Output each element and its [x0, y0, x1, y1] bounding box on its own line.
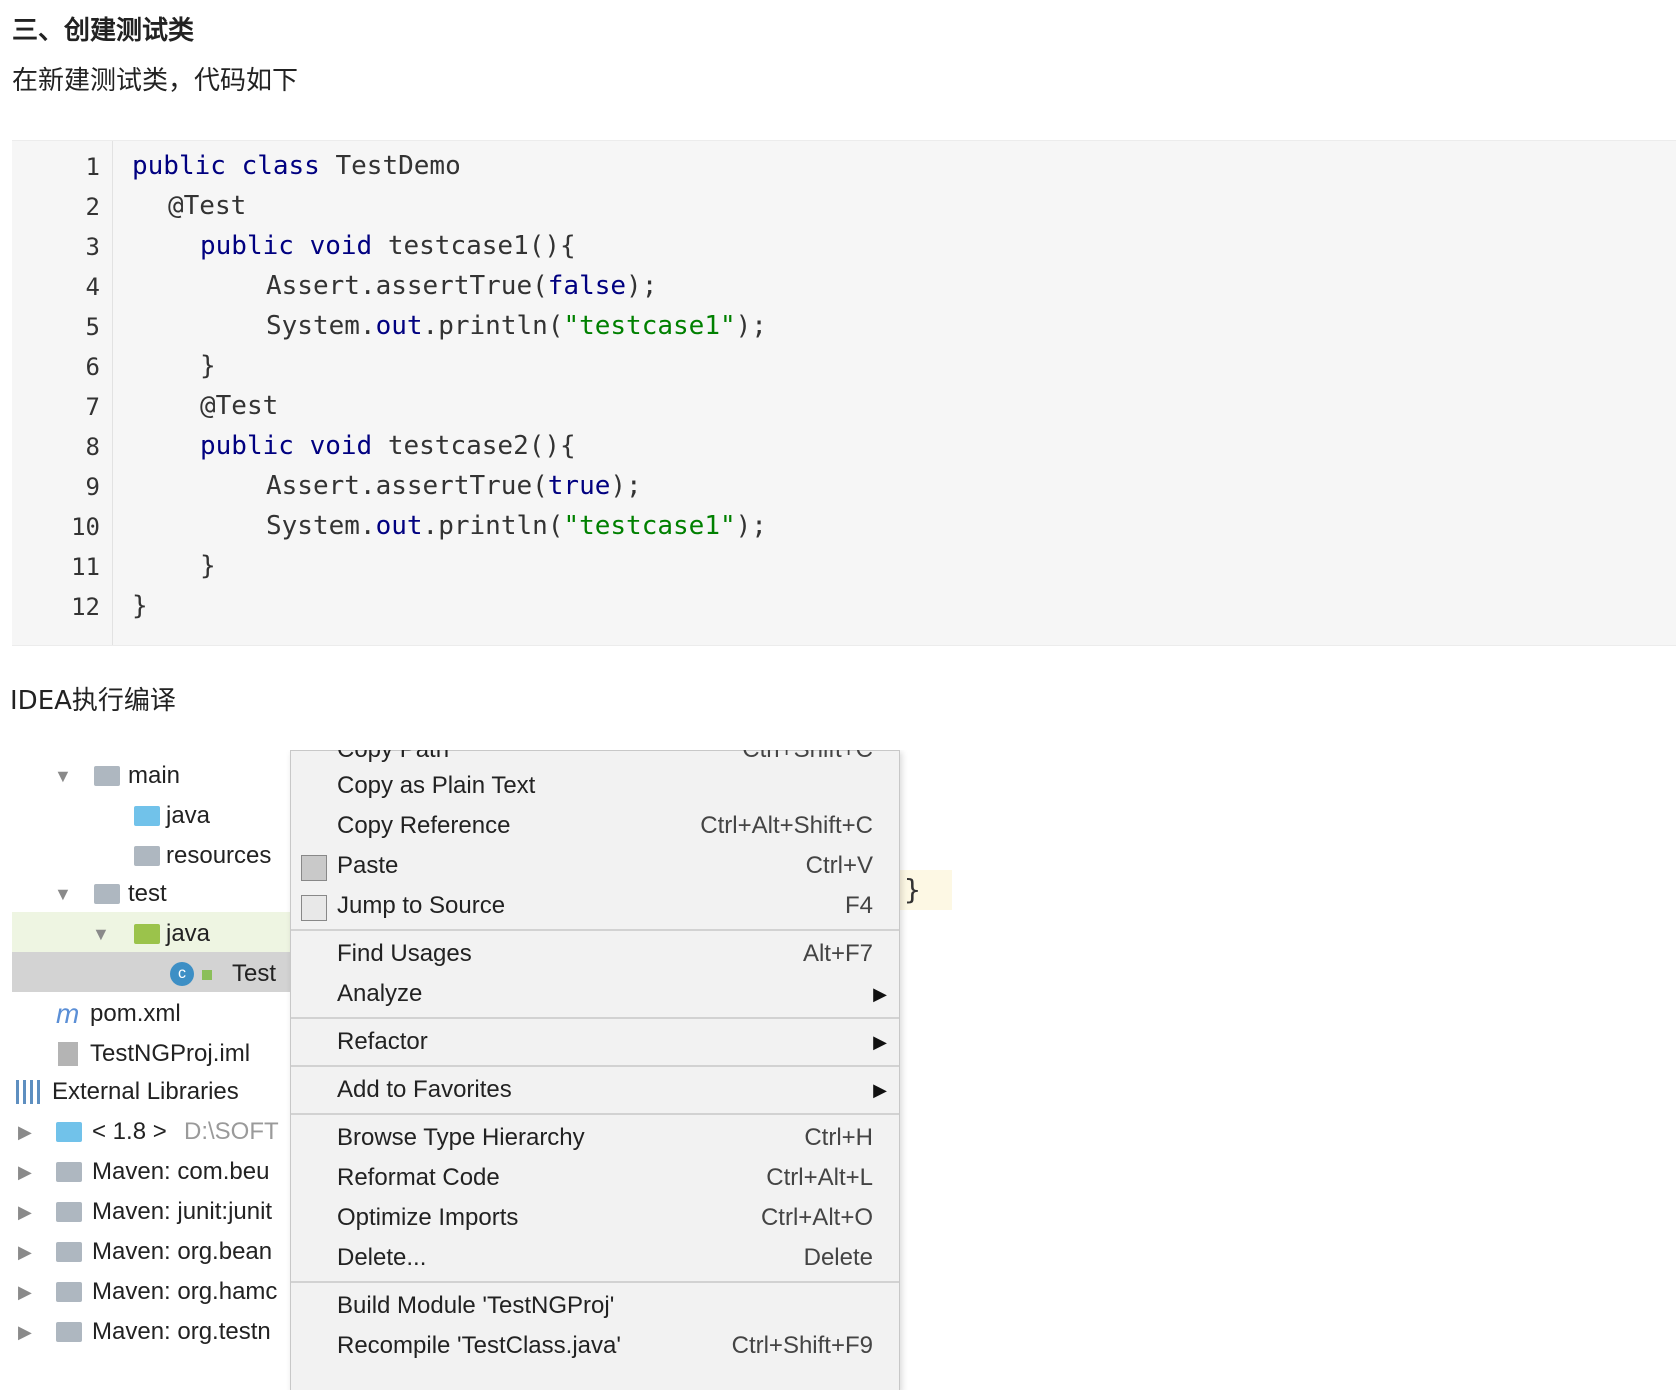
ide-screenshot: ▼ main java resources ▼ test ▼ java c Te… — [12, 750, 952, 1390]
menu-separator — [291, 1113, 899, 1115]
line-number: 8 — [85, 433, 100, 461]
libraries-icon — [16, 1080, 44, 1104]
jdk-icon — [56, 1122, 82, 1142]
chevron-right-icon[interactable]: ▶ — [18, 1112, 32, 1152]
paste-icon — [301, 855, 327, 881]
library-icon — [56, 1242, 82, 1262]
submenu-arrow-icon: ▶ — [873, 984, 887, 1004]
jump-to-source-icon — [301, 895, 327, 921]
chevron-right-icon[interactable]: ▶ — [18, 1272, 32, 1312]
submenu-arrow-icon: ▶ — [873, 1032, 887, 1052]
chevron-right-icon[interactable]: ▶ — [18, 1232, 32, 1272]
menu-item-jump-to-source[interactable]: Jump to Source F4 — [291, 885, 899, 927]
library-icon — [56, 1282, 82, 1302]
code-line: Assert.assertTrue(false); — [266, 271, 658, 301]
code-line: @Test — [168, 191, 247, 221]
code-line: System.out.println("testcase1"); — [266, 511, 767, 541]
code-line: @Test — [200, 391, 279, 421]
code-line: } — [200, 351, 216, 381]
menu-item-reformat-code[interactable]: Reformat Code Ctrl+Alt+L — [291, 1157, 899, 1199]
menu-item-optimize-imports[interactable]: Optimize Imports Ctrl+Alt+O — [291, 1197, 899, 1239]
line-number: 4 — [85, 273, 100, 301]
menu-separator — [291, 1065, 899, 1067]
code-line: } — [132, 591, 148, 621]
menu-item-delete[interactable]: Delete... Delete — [291, 1237, 899, 1279]
class-icon: c — [170, 962, 194, 986]
library-icon — [56, 1162, 82, 1182]
menu-item-copy-reference[interactable]: Copy Reference Ctrl+Alt+Shift+C — [291, 805, 899, 847]
menu-item-analyze[interactable]: Analyze ▶ — [291, 973, 899, 1015]
folder-icon — [94, 884, 120, 904]
compile-note: IDEA执行编译 — [10, 686, 176, 716]
context-menu: Copy Path Ctrl+Shift+C Copy as Plain Tex… — [290, 750, 900, 1390]
library-icon — [56, 1202, 82, 1222]
code-line: public void testcase1(){ — [200, 231, 576, 261]
menu-item-refactor[interactable]: Refactor ▶ — [291, 1021, 899, 1063]
line-number-gutter: 1 2 3 4 5 6 7 8 9 10 11 12 — [12, 141, 113, 645]
folder-icon — [94, 766, 120, 786]
code-line: } — [200, 551, 216, 581]
section-heading: 三、创建测试类 — [12, 16, 195, 46]
menu-separator — [291, 929, 899, 931]
library-icon — [56, 1322, 82, 1342]
menu-item-recompile[interactable]: Recompile 'TestClass.java' Ctrl+Shift+F9 — [291, 1325, 899, 1367]
code-line: public class TestDemo — [132, 151, 461, 181]
chevron-down-icon[interactable]: ▼ — [92, 914, 110, 954]
menu-item-copy-plain-text[interactable]: Copy as Plain Text — [291, 765, 899, 807]
line-number: 3 — [85, 233, 100, 261]
code-line: public void testcase2(){ — [200, 431, 576, 461]
menu-item-add-to-favorites[interactable]: Add to Favorites ▶ — [291, 1069, 899, 1111]
code-block: 1 2 3 4 5 6 7 8 9 10 11 12 public class … — [12, 140, 1676, 646]
code-line: Assert.assertTrue(true); — [266, 471, 642, 501]
line-number: 10 — [71, 513, 100, 541]
chevron-right-icon[interactable]: ▶ — [18, 1312, 32, 1352]
submenu-arrow-icon: ▶ — [873, 1080, 887, 1100]
line-number: 1 — [85, 153, 100, 181]
editor-brace: } — [900, 870, 952, 910]
resources-folder-icon — [134, 846, 160, 866]
test-folder-icon — [134, 924, 160, 944]
source-folder-icon — [134, 806, 160, 826]
maven-icon: m — [56, 998, 80, 1029]
chevron-down-icon[interactable]: ▼ — [54, 874, 72, 914]
line-number: 2 — [85, 193, 100, 221]
chevron-right-icon[interactable]: ▶ — [18, 1152, 32, 1192]
line-number: 6 — [85, 353, 100, 381]
chevron-right-icon[interactable]: ▶ — [18, 1192, 32, 1232]
menu-item-find-usages[interactable]: Find Usages Alt+F7 — [291, 933, 899, 975]
menu-item-paste[interactable]: Paste Ctrl+V — [291, 845, 899, 887]
intro-text: 在新建测试类，代码如下 — [12, 66, 299, 96]
menu-separator — [291, 1017, 899, 1019]
line-number: 7 — [85, 393, 100, 421]
line-number: 5 — [85, 313, 100, 341]
menu-item-browse-type-hierarchy[interactable]: Browse Type Hierarchy Ctrl+H — [291, 1117, 899, 1159]
line-number: 12 — [71, 593, 100, 621]
module-file-icon — [58, 1042, 78, 1066]
chevron-down-icon[interactable]: ▼ — [54, 756, 72, 796]
menu-separator — [291, 1281, 899, 1283]
line-number: 9 — [85, 473, 100, 501]
test-marker-icon — [202, 970, 212, 980]
code-line: System.out.println("testcase1"); — [266, 311, 767, 341]
menu-item-build-module[interactable]: Build Module 'TestNGProj' — [291, 1285, 899, 1327]
line-number: 11 — [71, 553, 100, 581]
